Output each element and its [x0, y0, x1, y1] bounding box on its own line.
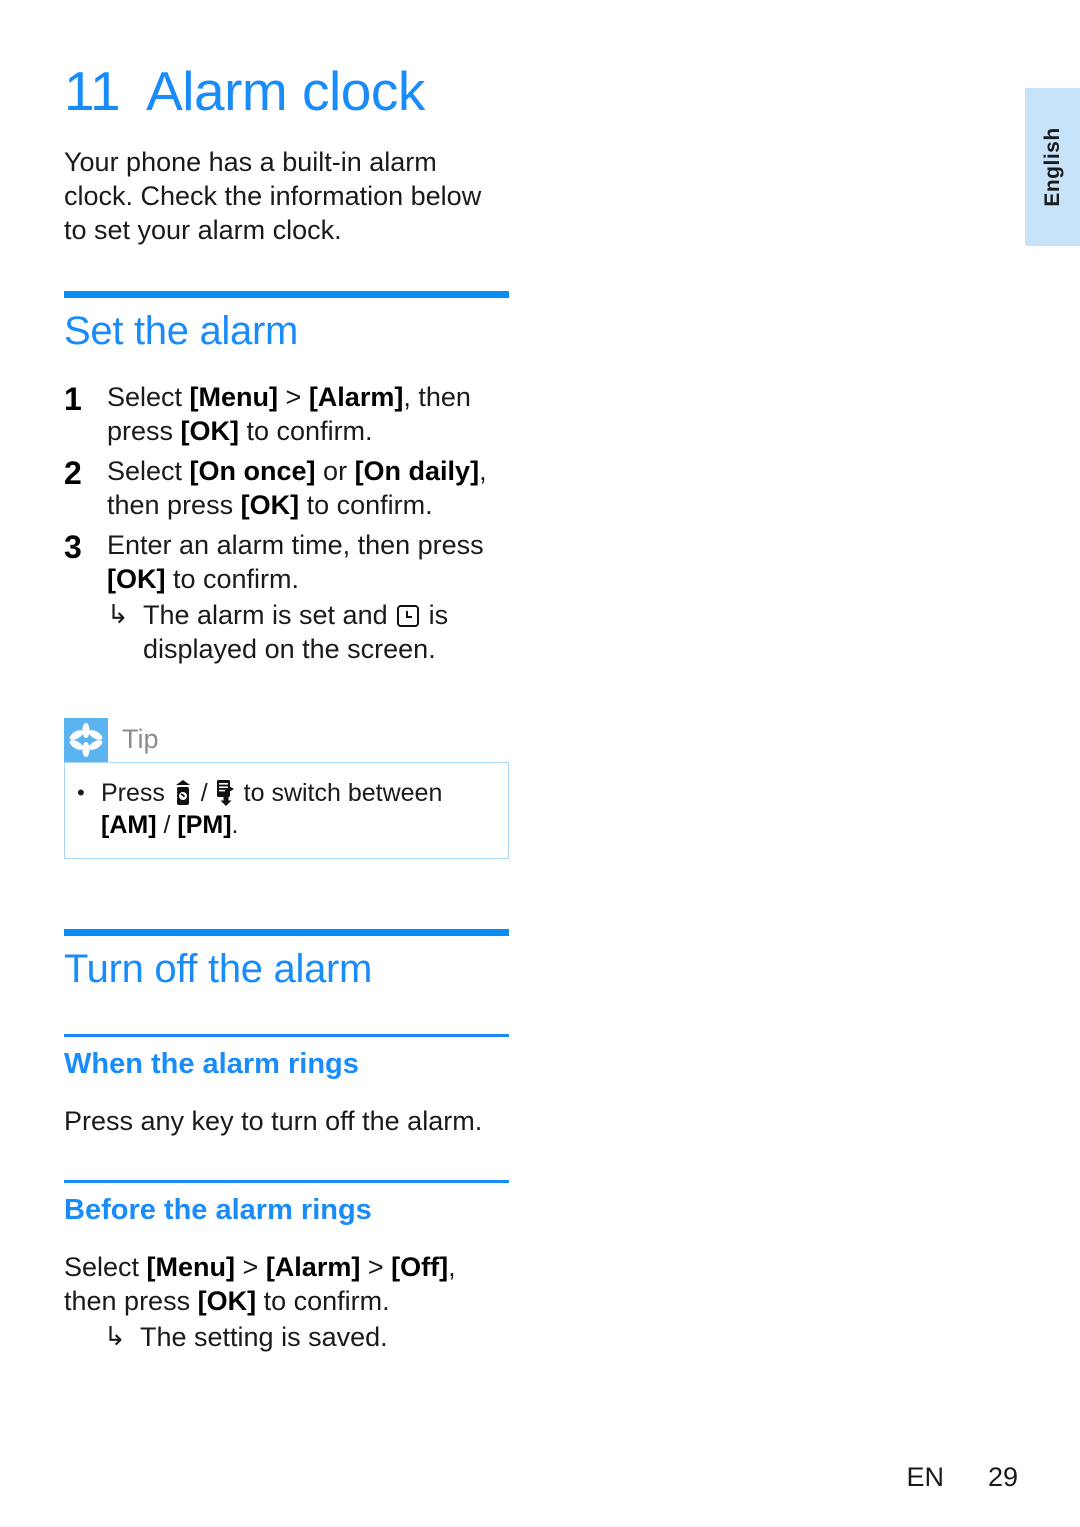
subsection-body: Select [Menu] > [Alarm] > [Off], then pr…: [64, 1250, 509, 1354]
subsection-body: Press any key to turn off the alarm.: [64, 1104, 509, 1138]
page-content: 11 Alarm clock Your phone has a built-in…: [64, 0, 509, 1354]
chapter-intro: Your phone has a built-in alarm clock. C…: [64, 146, 482, 245]
subsection-title-before-the-alarm-rings: Before the alarm rings: [64, 1193, 372, 1226]
ui-term: [AM]: [101, 811, 157, 840]
ui-term: [Off]: [391, 1251, 449, 1282]
step-text-main: Enter an alarm time, then press [OK] to …: [107, 530, 484, 594]
steps-list: 1 Select [Menu] > [Alarm], then press [O…: [64, 380, 509, 666]
text-run: Press any key to turn off the alarm.: [64, 1105, 483, 1136]
tip-text-run: Press / to switch between [AM] / [PM].: [101, 779, 442, 840]
ui-term: [Alarm]: [308, 381, 404, 412]
text-run: Enter an alarm time, then press: [107, 529, 484, 560]
ui-term: [PM]: [177, 811, 232, 840]
softkey-menu-down-icon: [216, 779, 236, 806]
ui-term: [OK]: [180, 415, 240, 446]
result-arrow-icon: ↳: [107, 598, 129, 629]
ui-term: [OK]: [240, 489, 300, 520]
ui-term: [OK]: [197, 1285, 257, 1316]
tip-header: Tip: [64, 717, 509, 762]
step-number: 1: [64, 380, 82, 417]
tip-bullet-icon: •: [77, 779, 85, 805]
step-item: 2 Select [On once] or [On daily], then p…: [64, 454, 509, 522]
result-text: The setting is saved.: [140, 1321, 388, 1352]
result-text-before: The alarm is set and: [143, 599, 396, 630]
subsection-body-main: Select [Menu] > [Alarm] > [Off], then pr…: [64, 1252, 456, 1316]
ui-term: [Alarm]: [265, 1251, 361, 1282]
softkey-phonebook-up-icon: [173, 779, 193, 806]
text-run: >: [235, 1251, 266, 1282]
step-number: 2: [64, 454, 82, 491]
section-rule: [64, 928, 509, 936]
ui-term: [Menu]: [146, 1251, 236, 1282]
page-title: 11 Alarm clock: [64, 60, 509, 122]
text-run: >: [360, 1251, 392, 1282]
tip-box: • Press / to switch between [AM] / [PM].: [64, 761, 509, 859]
text-run: /: [193, 778, 215, 807]
ui-term: [On daily]: [354, 455, 480, 486]
text-run: or: [315, 455, 355, 486]
chapter-number: 11: [64, 60, 121, 122]
text-run: to confirm.: [165, 563, 300, 594]
subsection-result: ↳ The setting is saved.: [104, 1320, 509, 1354]
chapter-name: Alarm clock: [146, 60, 425, 122]
tip-text: Press / to switch between [AM] / [PM].: [101, 777, 496, 842]
step-text: Select [Menu] > [Alarm], then press [OK]…: [107, 380, 509, 448]
step-result: ↳ The alarm is set and is displayed on t…: [107, 598, 509, 666]
section-rule: [64, 290, 509, 298]
ui-term: [Menu]: [189, 381, 279, 412]
text-run: Select: [107, 455, 190, 486]
tip-asterisk-icon: [64, 717, 108, 762]
text-run: >: [278, 381, 309, 412]
section-title-turn-off-the-alarm: Turn off the alarm: [64, 946, 373, 991]
text-run: to switch between: [236, 778, 443, 807]
subsection-title-when-the-alarm-rings: When the alarm rings: [64, 1047, 359, 1080]
language-tab: English: [1025, 88, 1080, 246]
text-run: to confirm.: [239, 415, 373, 446]
step-text: Enter an alarm time, then press [OK] to …: [107, 528, 509, 666]
text-run: /: [156, 811, 178, 840]
tip-item: • Press / to switch between [AM] / [PM].: [77, 777, 496, 842]
tip-block: Tip • Press / to switch between [AM] / […: [64, 717, 509, 859]
subsection-rule: [64, 1179, 509, 1183]
footer-page-number: 29: [987, 1462, 1018, 1492]
step-text: Select [On once] or [On daily], then pre…: [107, 454, 509, 522]
text-run: Select: [107, 381, 190, 412]
section-title-set-the-alarm: Set the alarm: [64, 308, 298, 353]
ui-term: [On once]: [189, 455, 316, 486]
text-run: .: [231, 811, 239, 840]
step-item: 1 Select [Menu] > [Alarm], then press [O…: [64, 380, 509, 448]
result-text: The alarm is set and is displayed on the…: [143, 598, 509, 666]
ui-term: [OK]: [107, 563, 166, 594]
tip-label: Tip: [122, 724, 159, 755]
step-item: 3 Enter an alarm time, then press [OK] t…: [64, 528, 509, 666]
result-arrow-icon: ↳: [104, 1320, 126, 1351]
clock-icon: [397, 604, 420, 627]
step-number: 3: [64, 528, 82, 565]
text-run: Select: [64, 1251, 147, 1282]
page-footer: EN 29: [0, 1462, 1080, 1493]
footer-language-code: EN: [906, 1462, 944, 1492]
language-tab-label: English: [1040, 127, 1064, 207]
text-run: to confirm.: [299, 489, 433, 520]
text-run: Press: [101, 778, 172, 807]
text-run: to confirm.: [256, 1285, 390, 1316]
subsection-rule: [64, 1033, 509, 1037]
